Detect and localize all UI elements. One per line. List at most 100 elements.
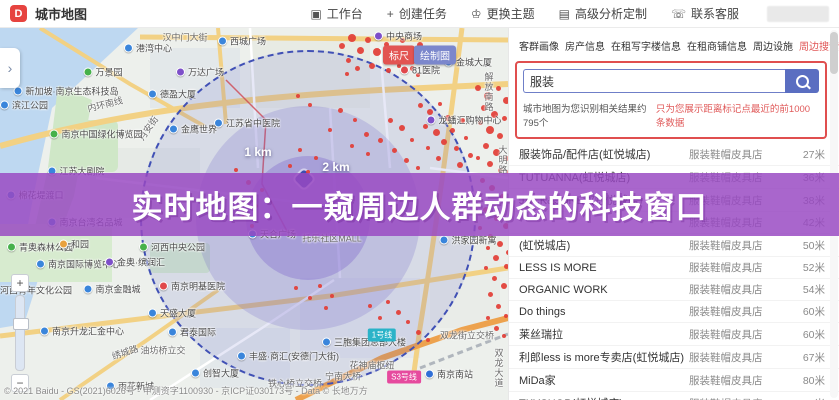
purple-poi-icon — [105, 258, 114, 267]
heat-dot — [454, 146, 459, 151]
zoom-in-button[interactable]: + — [11, 274, 29, 292]
map-label-text: 龙蟠汇购物中心 — [438, 114, 501, 127]
map-tool-badge-1[interactable]: 绘制圈 — [414, 46, 456, 65]
green-poi-icon — [7, 243, 16, 252]
search-input[interactable] — [523, 69, 785, 93]
map-label-text: 创智大厦 — [203, 367, 239, 380]
shop-row[interactable]: LESS IS MORE服装鞋帽皮具店52米 — [509, 257, 839, 279]
heat-dot — [438, 102, 442, 106]
tab-0[interactable]: 客群画像 — [519, 38, 559, 53]
heat-dot — [501, 283, 507, 289]
shop-row[interactable]: 莱丝瑞拉服装鞋帽皮具店60米 — [509, 323, 839, 346]
tab-3[interactable]: 在租商铺信息 — [687, 38, 747, 53]
map-label-text: 君泰国际 — [180, 326, 216, 339]
map-label: 河西中央公园 — [139, 241, 205, 254]
shop-row[interactable]: (虹悦城店)服装鞋帽皮具店50米 — [509, 234, 839, 257]
map-label: 南京明基医院 — [159, 280, 225, 293]
map-label-text: 金城大厦 — [456, 56, 492, 69]
blue-poi-icon — [439, 236, 448, 245]
heat-dot — [486, 316, 490, 320]
menu-label: 更换主题 — [487, 5, 535, 22]
heat-dot — [494, 326, 499, 331]
map-label: 南京升龙汇金中心 — [40, 325, 124, 338]
menu-item-0[interactable]: ▣工作台 — [310, 5, 362, 22]
map-label-text: 万达广场 — [188, 66, 224, 79]
tab-4[interactable]: 周边设施 — [753, 38, 793, 53]
heat-dot — [496, 86, 501, 91]
search-icon — [796, 75, 809, 88]
menu-item-2[interactable]: ♔更换主题 — [471, 5, 535, 22]
scrollbar-thumb[interactable] — [830, 32, 838, 74]
zoom-slider-thumb[interactable] — [13, 318, 29, 330]
map-label: 和园 — [59, 238, 89, 251]
heat-dot — [468, 153, 473, 158]
shop-row[interactable]: MiDa家服装鞋帽皮具店80米 — [509, 369, 839, 392]
purple-poi-icon — [374, 32, 383, 41]
menu-label: 创建任务 — [399, 5, 447, 22]
zoom-slider-track[interactable] — [15, 295, 25, 371]
heat-dot — [492, 276, 497, 281]
map-label: 81医院 — [400, 64, 440, 77]
heat-dot — [418, 103, 423, 108]
heat-dot — [487, 161, 493, 167]
heat-dot — [426, 338, 430, 342]
map-label-text: 和园 — [71, 238, 89, 251]
menu-item-1[interactable]: +创建任务 — [387, 5, 447, 22]
heat-dot — [399, 125, 405, 131]
menu-item-4[interactable]: ☏联系客服 — [671, 5, 739, 22]
map-label: 天盛大厦 — [148, 307, 196, 320]
map-label-text: 丰盛·商汇(安德门大街) — [249, 350, 339, 363]
blue-poi-icon — [218, 37, 227, 46]
shop-row[interactable]: TKYSHOP(虹悦城店)服装鞋帽皮具店92米 — [509, 392, 839, 400]
map-zoom-control: + − — [10, 274, 30, 392]
map-tool-badge-0[interactable]: 标尺 — [383, 46, 415, 65]
search-button[interactable] — [785, 69, 819, 93]
heat-dot — [234, 168, 238, 172]
blue-poi-icon — [148, 90, 157, 99]
map-label: 中央商场 — [374, 30, 422, 43]
map-label: 宁南大桥 — [325, 370, 361, 383]
workbench-icon: ▣ — [310, 7, 321, 21]
map-label: 龙蟠汇购物中心 — [426, 114, 501, 127]
map-label: 双龙街立交桥 — [440, 329, 494, 342]
tab-2[interactable]: 在租写字楼信息 — [611, 38, 681, 53]
menu-item-3[interactable]: ▤高级分析定制 — [559, 5, 647, 22]
panel-collapse-button[interactable]: › — [0, 48, 20, 88]
shop-row[interactable]: Do things服装鞋帽皮具店60米 — [509, 301, 839, 323]
heat-dot — [346, 58, 351, 63]
shop-distance: 80米 — [785, 373, 825, 388]
metro-line-badge: S3号线 — [387, 371, 421, 384]
shop-name: 莱丝瑞拉 — [519, 326, 689, 342]
heat-dot — [308, 103, 312, 107]
blue-poi-icon — [0, 101, 9, 110]
shop-category: 服装鞋帽皮具店 — [689, 238, 785, 253]
top-menu: ▣工作台 +创建任务 ♔更换主题 ▤高级分析定制 ☏联系客服 — [310, 5, 739, 22]
heat-dot — [386, 300, 390, 304]
map-label-text: 中央商场 — [386, 30, 422, 43]
map-label: 滨江公园 — [0, 99, 48, 112]
map-copyright: © 2021 Baidu - GS(2021)6026号 - 甲测资字11009… — [4, 384, 368, 397]
shop-name: 服装饰品/配件店(虹悦城店) — [519, 146, 689, 162]
blue-poi-icon — [124, 44, 133, 53]
map-label-text: 金奥·缤润汇 — [117, 256, 165, 269]
heat-dot — [294, 286, 298, 290]
shop-row[interactable]: ORGANIC WORK服装鞋帽皮具店54米 — [509, 279, 839, 301]
map-label: 油坊桥立交 — [140, 344, 185, 357]
chevron-right-icon: › — [8, 60, 13, 76]
heat-dot — [369, 63, 375, 69]
heat-dot — [436, 156, 441, 161]
blue-poi-icon — [237, 352, 246, 361]
heat-dot — [345, 72, 349, 76]
heat-dot — [484, 266, 488, 270]
tab-1[interactable]: 房产信息 — [565, 38, 605, 53]
panel-tabs: 客群画像房产信息在租写字楼信息在租商铺信息周边设施周边搜索 — [509, 28, 839, 59]
shop-distance: 52米 — [785, 260, 825, 275]
heat-dot — [388, 118, 393, 123]
map-label-text: 81医院 — [412, 64, 440, 77]
shop-row[interactable]: 利郎less is more专卖店(虹悦城店)服装鞋帽皮具店67米 — [509, 346, 839, 369]
heat-dot — [330, 294, 334, 298]
map-label-text: 南京升龙汇金中心 — [52, 325, 124, 338]
shop-row[interactable]: 服装饰品/配件店(虹悦城店)服装鞋帽皮具店27米 — [509, 143, 839, 166]
metro-line-badge: 1号线 — [368, 329, 396, 342]
masked-user-area — [767, 6, 829, 22]
